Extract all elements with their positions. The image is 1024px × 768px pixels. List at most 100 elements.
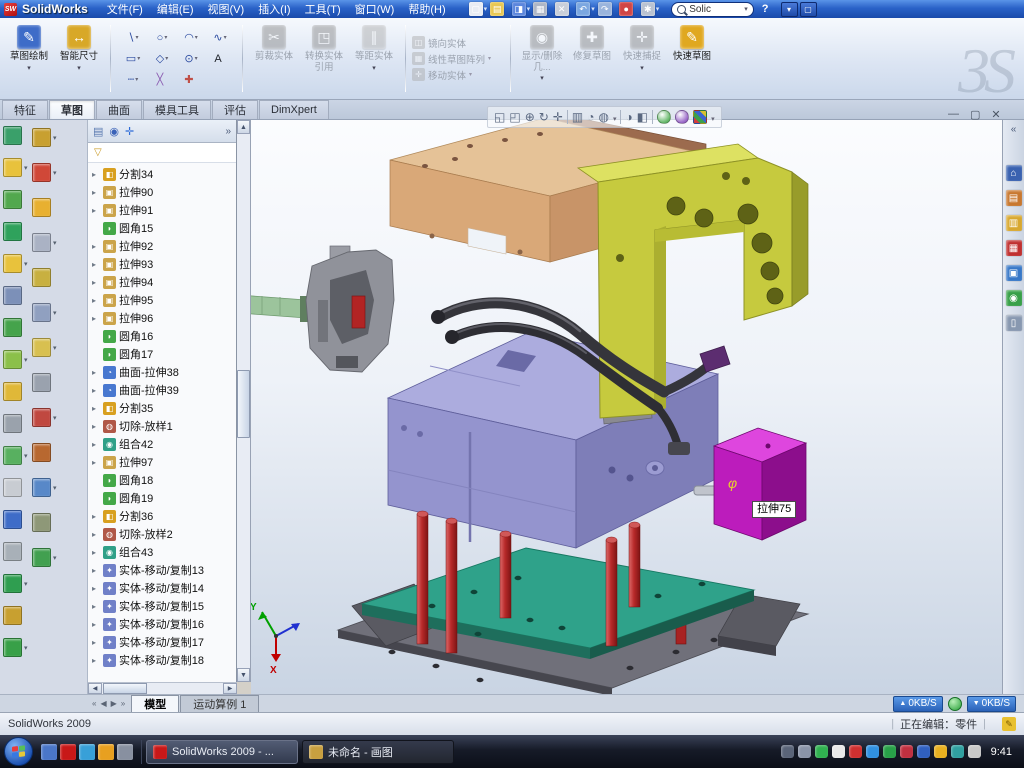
expand-arrow-icon[interactable]: ▸ <box>92 584 100 593</box>
ribbon-small-button[interactable]: ✛ 移动实体 ▾ <box>412 68 504 82</box>
dropdown-arrow-icon[interactable]: ▾ <box>224 34 227 41</box>
dropdown-arrow-icon[interactable]: ▾ <box>53 169 57 177</box>
start-button[interactable] <box>4 737 33 766</box>
expand-arrow-icon[interactable]: ▸ <box>92 548 100 557</box>
view-tool-icon[interactable]: ◧ <box>637 108 648 126</box>
dropdown-arrow-icon[interactable]: ▾ <box>53 484 57 492</box>
expand-arrow-icon[interactable]: ▸ <box>92 440 100 449</box>
view-tool-icon[interactable] <box>567 110 568 124</box>
view-tool-icon[interactable] <box>675 110 689 124</box>
view-tool-icon[interactable] <box>657 110 671 124</box>
sketch-entity-button[interactable]: ┄▾ <box>119 70 147 90</box>
document-tab[interactable]: 运动算例 1 <box>180 695 259 712</box>
view-tool-icon[interactable]: ◑ <box>625 108 632 126</box>
dropdown-arrow-icon[interactable]: ▾ <box>488 55 491 62</box>
open-document-icon[interactable]: ▤▾ <box>490 2 509 16</box>
expand-arrow-icon[interactable]: ▸ <box>92 278 100 287</box>
ribbon-button[interactable]: ✚ 修复草图 ▾ <box>567 21 617 96</box>
toolbar-icon[interactable]: ▾ <box>32 303 57 322</box>
toolbar-icon[interactable]: ▾ <box>32 128 57 147</box>
toolbox-icon[interactable]: ▦ <box>1006 240 1022 256</box>
toolbar-icon[interactable]: ▾ <box>3 158 28 177</box>
expand-arrow-icon[interactable]: ▸ <box>92 170 100 179</box>
sketch-entity-button[interactable]: ▭▾ <box>119 49 147 69</box>
tree-header-icon[interactable]: ◉ <box>109 125 119 138</box>
quick-launch-icon[interactable] <box>98 744 114 760</box>
toolbar-icon[interactable]: ▾ <box>3 478 28 497</box>
tree-header-icon[interactable]: ▤ <box>93 125 103 138</box>
tray-icon[interactable] <box>815 745 828 758</box>
search-input[interactable]: Solic <box>689 4 741 15</box>
taskbar-task-button[interactable]: 未命名 - 画图 <box>302 740 454 764</box>
ribbon-button[interactable]: ✎ 草图绘制 ▾ <box>4 21 54 96</box>
dropdown-arrow-icon[interactable]: ▾ <box>372 64 376 72</box>
expand-arrow-icon[interactable]: ▸ <box>92 602 100 611</box>
tray-icon[interactable] <box>883 745 896 758</box>
toolbar-icon[interactable]: ▾ <box>32 443 57 462</box>
dropdown-arrow-icon[interactable]: ▾ <box>640 64 644 72</box>
graphics-viewport[interactable]: φ <box>251 120 1002 694</box>
expand-arrow-icon[interactable]: ▸ <box>92 206 100 215</box>
toolbar-icon[interactable]: ▾ <box>3 542 28 561</box>
toolbar-icon[interactable]: ▾ <box>3 222 28 241</box>
feature-tree-item[interactable]: ▸ 曲面-拉伸38 <box>88 363 236 381</box>
feature-tree-item[interactable]: ▸ 组合42 <box>88 435 236 453</box>
ribbon-button[interactable]: ◉ 显示/删除几... ▾ <box>517 21 567 96</box>
feature-tree-item[interactable]: ▸ 实体-移动/复制18 <box>88 651 236 669</box>
dropdown-arrow-icon[interactable]: ▾ <box>591 5 595 13</box>
feature-tree-item[interactable]: ▸ 分割34 <box>88 165 236 183</box>
monitor-status-icon[interactable] <box>948 697 962 711</box>
dropdown-arrow-icon[interactable]: ▾ <box>165 55 168 62</box>
new-document-icon[interactable]: ▢▾ <box>469 2 488 16</box>
feature-tree-item[interactable]: ▸ 分割36 <box>88 507 236 525</box>
toolbar-icon[interactable]: ▾ <box>3 510 28 529</box>
model-clamp[interactable] <box>306 246 394 372</box>
tree-filter-row[interactable]: ▽ <box>88 143 236 163</box>
dropdown-arrow-icon[interactable]: ▾ <box>195 34 198 41</box>
sketch-entity-button[interactable]: ✚▾ <box>177 70 205 90</box>
feature-tree-item[interactable]: ▸ 拉伸91 <box>88 201 236 219</box>
expand-arrow-icon[interactable]: ▸ <box>92 296 100 305</box>
menu-item[interactable]: 编辑(E) <box>150 0 201 18</box>
app-menu-button[interactable]: ▢ <box>800 2 817 17</box>
dropdown-arrow-icon[interactable]: ▾ <box>24 356 28 364</box>
view-tool-icon[interactable] <box>693 110 707 124</box>
sketch-entity-button[interactable]: ⊙▾ <box>177 49 205 69</box>
minimize-button[interactable]: — <box>948 108 959 121</box>
toolbar-icon[interactable]: ▾ <box>3 574 28 593</box>
task-pane-collapse-button[interactable]: « <box>1003 124 1024 135</box>
expand-arrow-icon[interactable]: ▸ <box>92 656 100 665</box>
toolbar-icon[interactable]: ▾ <box>3 286 28 305</box>
toolbar-icon[interactable]: ▾ <box>3 190 28 209</box>
ribbon-small-button[interactable]: ▦ 线性草图阵列 ▾ <box>412 52 504 66</box>
document-tab[interactable]: 模型 <box>131 695 179 712</box>
dropdown-arrow-icon[interactable]: ▾ <box>469 71 472 78</box>
model-purple-fitting[interactable] <box>700 346 730 372</box>
dropdown-arrow-icon[interactable]: ▾ <box>53 554 57 562</box>
document-recovery-icon[interactable]: ▯ <box>1006 315 1022 331</box>
feature-tree-item[interactable]: ▸ 实体-移动/复制13 <box>88 561 236 579</box>
feature-tree-item[interactable]: ▸ 拉伸93 <box>88 255 236 273</box>
toolbar-icon[interactable]: ▾ <box>32 233 57 252</box>
design-library-icon[interactable]: ▤ <box>1006 190 1022 206</box>
view-tool-icon[interactable]: ◍ <box>598 108 608 126</box>
scrollbar-thumb[interactable] <box>103 683 147 694</box>
ribbon-button[interactable]: ◳ 转换实体引用 ▾ <box>299 21 349 96</box>
help-button[interactable]: ? <box>762 3 769 15</box>
sketch-entity-button[interactable]: ∿▾ <box>206 28 234 48</box>
feature-tree-item[interactable]: ▸ 圆角16 <box>88 327 236 345</box>
toolbar-icon[interactable]: ▾ <box>32 408 57 427</box>
toolbar-icon[interactable]: ▾ <box>3 414 28 433</box>
toolbar-icon[interactable]: ▾ <box>3 254 28 273</box>
upload-speed-badge[interactable]: ▲0KB/S <box>893 696 942 712</box>
expand-arrow-icon[interactable]: ▸ <box>92 620 100 629</box>
view-tool-icon[interactable]: ◱ <box>494 108 505 126</box>
sketch-entity-button[interactable]: ∖▾ <box>119 28 147 48</box>
tree-vertical-scrollbar[interactable]: ▲ ▼ <box>237 120 251 682</box>
feature-tree-item[interactable]: ▸ 圆角18 <box>88 471 236 489</box>
sketch-entity-button[interactable]: ◠▾ <box>177 28 205 48</box>
taskbar-task-button[interactable]: SolidWorks 2009 - ... <box>146 740 298 764</box>
toolbar-icon[interactable]: ▾ <box>32 373 57 392</box>
tray-icon[interactable] <box>934 745 947 758</box>
view-tool-icon[interactable]: ▥ <box>572 108 583 126</box>
